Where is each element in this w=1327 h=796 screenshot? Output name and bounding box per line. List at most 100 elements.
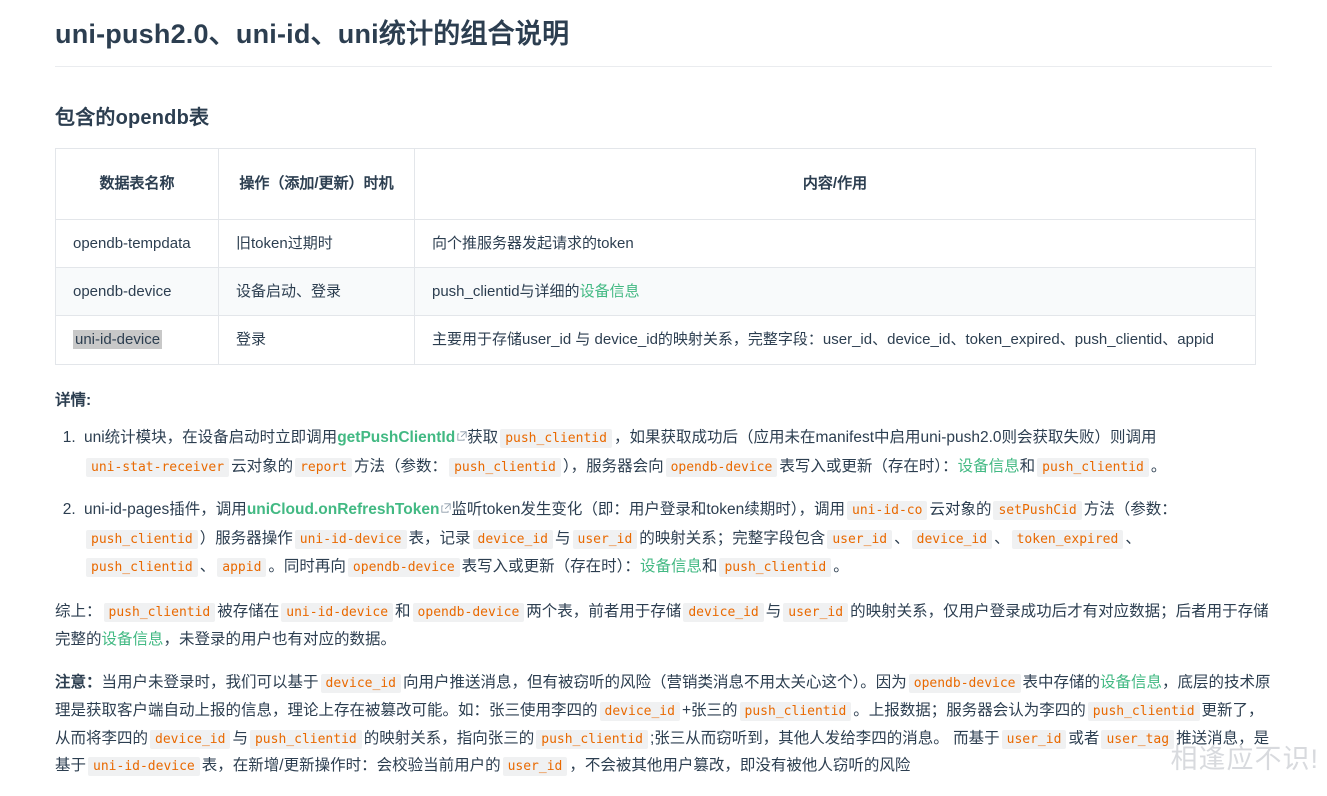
code-push-clientid: push_clientid — [719, 558, 832, 578]
cell-content: 向个推服务器发起请求的token — [414, 218, 1256, 269]
text-fragment: 与 — [232, 729, 248, 747]
code-device-id: device_id — [320, 674, 401, 694]
text-fragment: 两个表，前者用于存储 — [526, 603, 682, 621]
cell-table-name: uni-id-device — [55, 315, 219, 365]
code-uni-id-co: uni-id-co — [847, 500, 928, 520]
code-push-clientid: push_clientid — [739, 701, 852, 721]
section-heading-opendb-tables: 包含的opendb表 — [55, 106, 210, 129]
selected-table-name[interactable]: uni-id-device — [73, 330, 163, 350]
cell-table-name: opendb-tempdata — [55, 218, 219, 269]
text-fragment: uni-id-pages插件，调用 — [84, 500, 247, 518]
column-header-content: 内容/作用 — [414, 147, 1256, 220]
code-uni-id-device: uni-id-device — [294, 529, 407, 549]
text-fragment: 。上报数据；服务器会认为李四的 — [853, 701, 1086, 719]
text-fragment: 表写入或更新（存在时）： — [779, 457, 958, 475]
code-uni-id-device: uni-id-device — [281, 603, 394, 623]
document-page: uni-push2.0、uni-id、uni统计的组合说明 包含的opendb表… — [0, 0, 1327, 780]
text-fragment: 和 — [701, 558, 718, 576]
code-uni-id-device: uni-id-device — [88, 757, 200, 777]
code-push-clientid: push_clientid — [500, 429, 612, 449]
link-device-info[interactable]: 设备信息 — [958, 458, 1020, 475]
notice-paragraph: 注意：当用户未登录时，我们可以基于 device_id 向用户推送消息，但有被窃听的… — [55, 669, 1272, 779]
code-push-clientid: push_clientid — [86, 529, 198, 549]
text-fragment: 方法（参数： — [354, 457, 448, 475]
text-fragment: 的映射关系，指向张三的 — [363, 729, 535, 747]
text-fragment: 的映射关系；完整字段包含 — [639, 529, 826, 547]
code-opendb-device: opendb-device — [908, 674, 1021, 694]
code-device-id: device_id — [599, 701, 680, 721]
text-fragment: ，未登录的用户也有对应的数据。 — [163, 630, 397, 648]
code-push-clientid: push_clientid — [1087, 701, 1200, 721]
text-fragment: ，如果获取成功后（应用未在manifest中启用uni-push2.0则会获取失… — [613, 429, 1157, 447]
code-push-clientid: push_clientid — [536, 729, 648, 749]
text-fragment: 和 — [395, 603, 411, 621]
text-fragment: 、 — [1125, 529, 1141, 547]
list-item: uni-id-pages插件，调用uniCloud.onRefreshToken… — [80, 496, 1272, 582]
text-fragment: 和 — [1019, 457, 1036, 475]
cell-table-name: opendb-device — [55, 266, 219, 317]
code-push-clientid: push_clientid — [86, 558, 198, 578]
text-fragment: 获取 — [467, 429, 499, 447]
table-header-row: 数据表名称 操作（添加/更新）时机 内容/作用 — [55, 147, 1256, 220]
details-list: uni统计模块，在设备启动时立即调用getPushClientId获取push_… — [55, 424, 1272, 582]
code-token-expired: token_expired — [1011, 529, 1124, 549]
text-fragment: 表，记录 — [408, 529, 471, 547]
text-fragment: 表中存储的 — [1022, 674, 1101, 692]
text-fragment: 、 — [199, 558, 216, 576]
text-fragment: 与 — [554, 529, 571, 547]
code-device-id: device_id — [472, 529, 553, 549]
text-fragment: ）服务器操作 — [199, 529, 293, 547]
link-get-push-client-id[interactable]: getPushClientId — [337, 429, 455, 446]
link-device-info[interactable]: 设备信息 — [102, 631, 164, 648]
code-device-id: device_id — [150, 729, 231, 749]
code-push-clientid: push_clientid — [1037, 457, 1149, 477]
link-unicloud-onrefreshtoken[interactable]: uniCloud.onRefreshToken — [247, 501, 440, 518]
text-fragment: ;张三从而窃听到，其他人发给李四的消息。 而基于 — [650, 729, 1000, 747]
cell-content: 主要用于存储user_id 与 device_id的映射关系，完整字段：user… — [414, 315, 1256, 365]
text-fragment: 、 — [894, 529, 910, 547]
cell-content: push_clientid与详细的设备信息 — [414, 266, 1256, 317]
code-opendb-device: opendb-device — [412, 603, 525, 623]
table-name-text: opendb-tempdata — [73, 234, 191, 252]
table-row: uni-id-device 登录 主要用于存储user_id 与 device_… — [55, 315, 1256, 365]
column-header-table-name: 数据表名称 — [55, 147, 219, 220]
text-fragment: uni统计模块，在设备启动时立即调用 — [84, 429, 338, 447]
content-text: 向个推服务器发起请求的token — [432, 234, 634, 252]
link-device-info[interactable]: 设备信息 — [640, 558, 702, 575]
details-lead-text: 详情: — [55, 391, 92, 409]
text-fragment: 或者 — [1068, 729, 1100, 747]
list-item: uni统计模块，在设备启动时立即调用getPushClientId获取push_… — [80, 424, 1272, 482]
table-row: opendb-tempdata 旧token过期时 向个推服务器发起请求的tok… — [55, 218, 1256, 269]
code-push-clientid: push_clientid — [103, 603, 216, 623]
code-push-clientid: push_clientid — [449, 457, 561, 477]
code-user-id: user_id — [827, 529, 893, 549]
code-user-id: user_id — [572, 529, 638, 549]
text-fragment: 云对象的 — [929, 500, 992, 518]
summary-lead: 综上： — [55, 603, 102, 621]
link-device-info[interactable]: 设备信息 — [1100, 674, 1162, 691]
cell-operation-timing: 登录 — [218, 315, 415, 365]
content-text: push_clientid与详细的 — [432, 283, 580, 300]
cell-operation-timing: 设备启动、登录 — [218, 266, 415, 317]
column-header-operation-timing: 操作（添加/更新）时机 — [218, 147, 415, 220]
table-row: opendb-device 设备启动、登录 push_clientid与详细的设… — [55, 266, 1256, 317]
code-setpushcid: setPushCid — [993, 500, 1082, 520]
text-fragment: +张三的 — [681, 701, 738, 719]
external-link-icon — [457, 431, 467, 441]
code-device-id: device_id — [911, 529, 993, 549]
summary-paragraph: 综上： push_clientid 被存储在 uni-id-device 和 opendb… — [55, 598, 1272, 653]
code-opendb-device: opendb-device — [347, 558, 460, 578]
code-device-id: device_id — [683, 603, 764, 623]
text-fragment: 、 — [994, 529, 1010, 547]
code-user-id: user_id — [783, 603, 849, 623]
code-uni-stat-receiver: uni-stat-receiver — [86, 457, 230, 477]
code-user-id: user_id — [1001, 729, 1067, 749]
text-fragment: 。 — [1150, 457, 1167, 475]
text-fragment: 与 — [765, 603, 782, 621]
code-user-tag: user_tag — [1101, 729, 1175, 749]
content-text: 主要用于存储user_id 与 device_id的映射关系，完整字段：user… — [432, 331, 1214, 349]
details-lead: 详情: — [55, 387, 1272, 415]
text-fragment: 方法（参数： — [1083, 500, 1177, 518]
text-fragment: 云对象的 — [231, 457, 294, 475]
link-device-info[interactable]: 设备信息 — [580, 283, 640, 300]
